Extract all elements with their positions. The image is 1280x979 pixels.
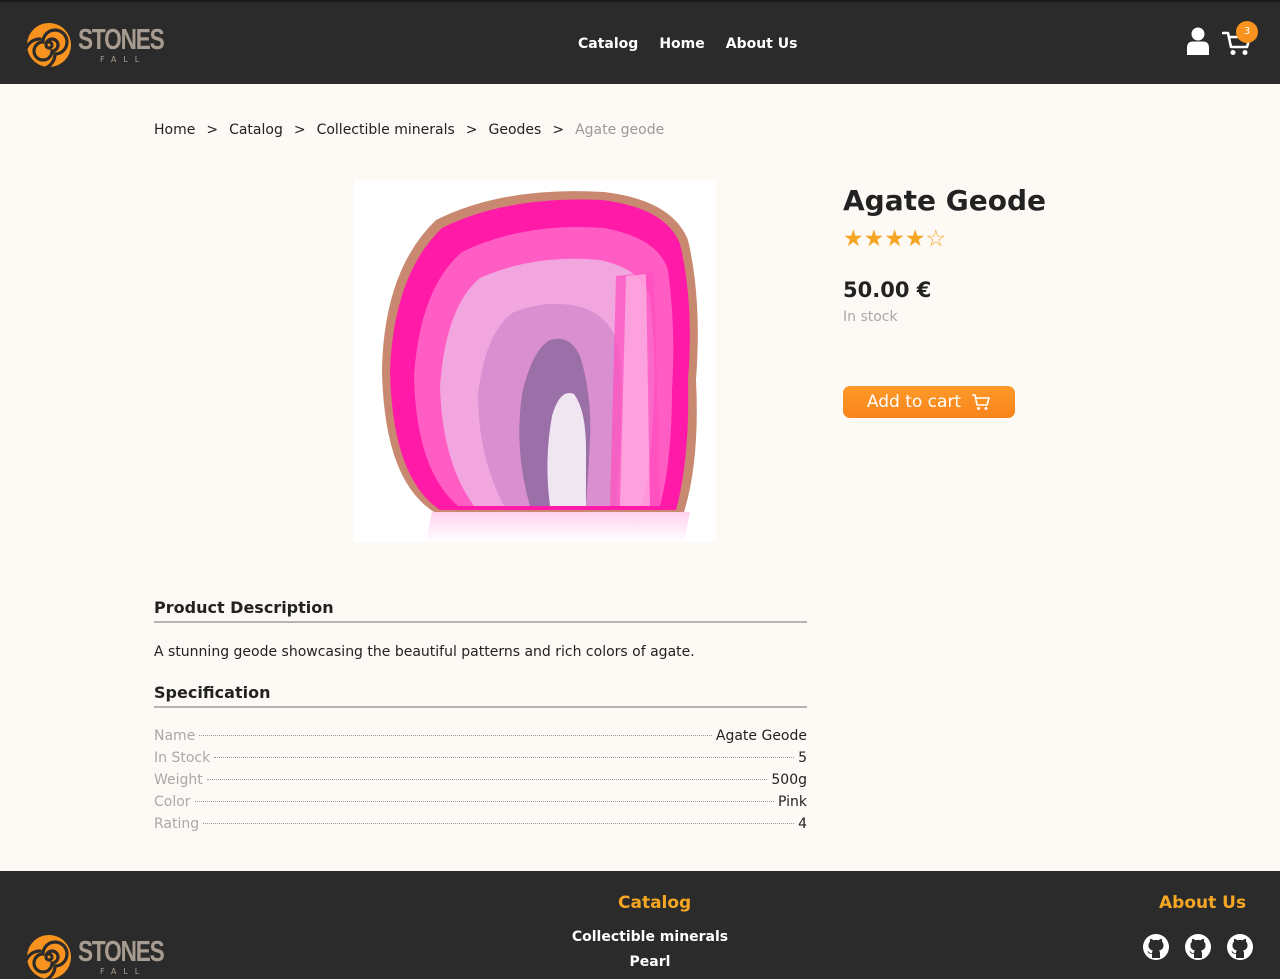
github-icon[interactable] <box>1226 933 1254 961</box>
spec-leader <box>194 801 774 802</box>
footer-catalog-links: Collectible minerals Pearl <box>0 929 1280 979</box>
product-description-title: Product Description <box>154 598 807 623</box>
spec-value: 5 <box>798 750 807 766</box>
agate-geode-image <box>354 180 716 542</box>
breadcrumb-collectible-minerals[interactable]: Collectible minerals <box>317 122 455 138</box>
social-links <box>1142 933 1254 961</box>
add-to-cart-button[interactable]: Add to cart <box>843 386 1015 418</box>
breadcrumb-separator: > <box>465 122 478 138</box>
spec-value: 4 <box>798 816 807 832</box>
specification-list: Name Agate Geode In Stock 5 Weight 500g … <box>154 728 807 838</box>
spec-leader <box>214 757 795 758</box>
breadcrumb-home[interactable]: Home <box>154 122 195 138</box>
product-description-text: A stunning geode showcasing the beautifu… <box>154 644 695 660</box>
breadcrumb-catalog[interactable]: Catalog <box>229 122 283 138</box>
nav-catalog[interactable]: Catalog <box>578 36 638 52</box>
product-title: Agate Geode <box>843 184 1046 217</box>
breadcrumb-current: Agate geode <box>575 122 665 138</box>
breadcrumb-separator: > <box>552 122 565 138</box>
spec-row: Rating 4 <box>154 816 807 838</box>
spec-row: In Stock 5 <box>154 750 807 772</box>
breadcrumb-separator: > <box>206 122 219 138</box>
github-icon[interactable] <box>1184 933 1212 961</box>
spec-value: Agate Geode <box>715 728 807 744</box>
footer-link-pearl[interactable]: Pearl <box>0 954 1280 979</box>
product-price: 50.00 € <box>843 278 932 302</box>
product-image <box>354 180 716 542</box>
spec-leader <box>206 779 768 780</box>
cart-count-badge: 3 <box>1236 21 1258 43</box>
spec-leader <box>203 823 795 824</box>
spiral-logo-icon <box>26 23 71 68</box>
logo-wordmark: STONES FALL <box>78 22 168 68</box>
site-footer: STONES FALL Catalog Collectible minerals… <box>0 871 1280 979</box>
specification-title: Specification <box>154 683 807 708</box>
spec-value: 500g <box>771 772 807 788</box>
nav-about-us[interactable]: About Us <box>726 36 798 52</box>
spec-key: Rating <box>154 816 200 832</box>
spec-key: Name <box>154 728 196 744</box>
spec-value: Pink <box>777 794 807 810</box>
footer-catalog-title: Catalog <box>618 893 692 913</box>
add-to-cart-label: Add to cart <box>866 392 962 412</box>
logo-subtext: FALL <box>100 55 147 64</box>
site-logo[interactable]: STONES FALL <box>26 22 168 70</box>
site-header: STONES FALL Catalog Home About Us 3 <box>0 0 1280 84</box>
spec-key: Weight <box>154 772 203 788</box>
breadcrumb-geodes[interactable]: Geodes <box>489 122 542 138</box>
spec-key: Color <box>154 794 191 810</box>
spec-row: Color Pink <box>154 794 807 816</box>
github-icon[interactable] <box>1142 933 1170 961</box>
spec-key: In Stock <box>154 750 211 766</box>
star-rating: ★★★★☆ <box>843 226 947 252</box>
user-icon[interactable] <box>1186 27 1210 55</box>
spec-row: Name Agate Geode <box>154 728 807 750</box>
footer-link-collectible-minerals[interactable]: Collectible minerals <box>0 929 1280 954</box>
cart-icon <box>972 394 990 410</box>
stock-status: In stock <box>843 309 898 325</box>
spec-leader <box>199 735 712 736</box>
breadcrumb: Home > Catalog > Collectible minerals > … <box>154 122 664 138</box>
spec-row: Weight 500g <box>154 772 807 794</box>
logo-text: STONES <box>78 24 165 56</box>
footer-about-title: About Us <box>1159 893 1247 913</box>
nav-home[interactable]: Home <box>659 36 704 52</box>
breadcrumb-separator: > <box>293 122 306 138</box>
main-nav: Catalog Home About Us <box>578 36 797 52</box>
